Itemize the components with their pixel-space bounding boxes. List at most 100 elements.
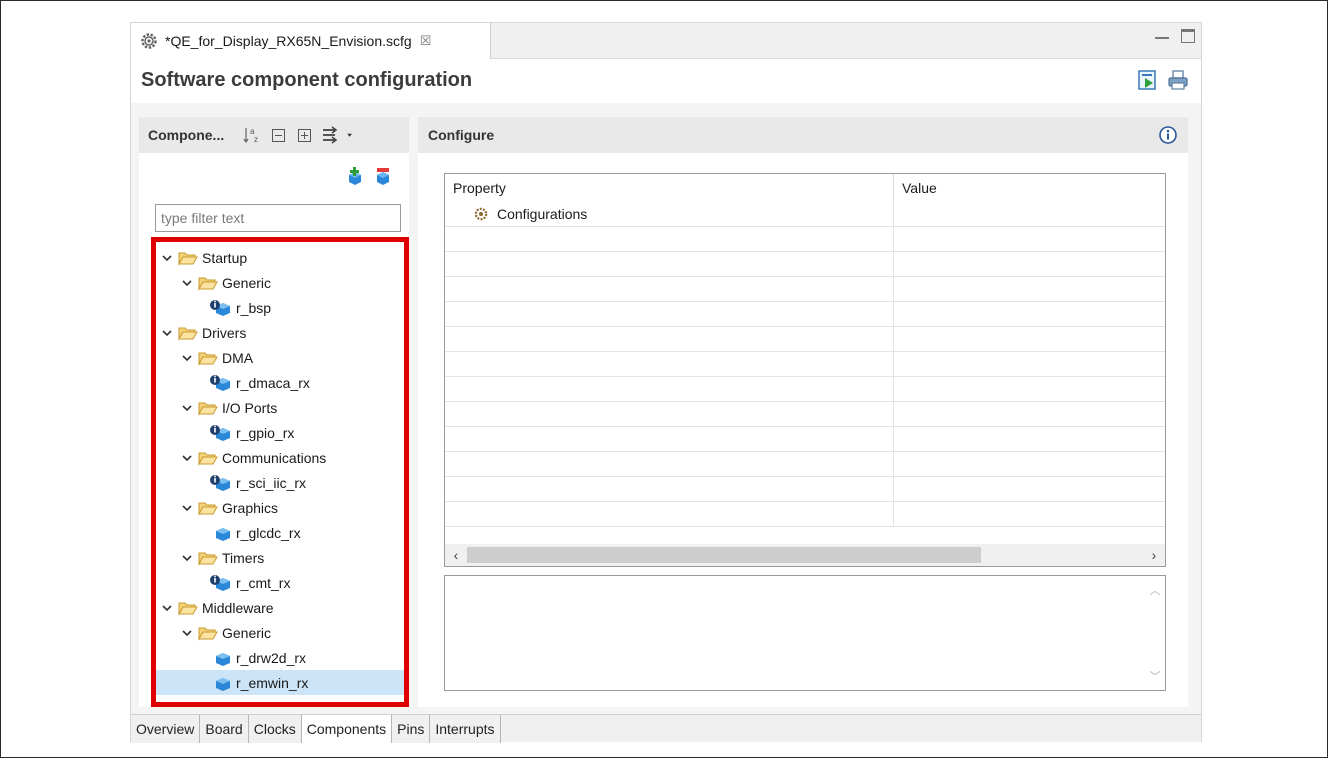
tree-item[interactable]: r_emwin_rx <box>156 670 404 695</box>
property-rows: Configurations <box>445 202 1165 544</box>
scroll-up-icon[interactable]: ︿ <box>1150 582 1161 598</box>
tree-item[interactable]: Middleware <box>156 595 404 620</box>
components-panel-title: Compone... <box>148 127 225 143</box>
chevron-down-icon[interactable] <box>180 551 194 565</box>
dropdown-arrow-icon[interactable] <box>346 125 358 145</box>
property-cell <box>445 502 894 526</box>
tree-item[interactable]: r_bsp <box>156 295 404 320</box>
gear-icon <box>141 33 157 49</box>
vertical-scrollbar[interactable]: ︿ ﹀ <box>1145 576 1165 690</box>
generate-code-icon[interactable] <box>1137 69 1159 91</box>
property-column-header[interactable]: Property <box>445 174 894 202</box>
tree-item-label: Startup <box>202 249 248 266</box>
tree-item[interactable]: Communications <box>156 445 404 470</box>
table-row <box>445 477 1165 502</box>
tree-item[interactable]: r_sci_iic_rx <box>156 470 404 495</box>
tab-clocks[interactable]: Clocks <box>248 715 302 743</box>
tab-board[interactable]: Board <box>200 715 249 743</box>
tree-item[interactable]: Timers <box>156 545 404 570</box>
property-table-header: Property Value <box>445 174 1165 202</box>
tree-item[interactable]: r_dmaca_rx <box>156 370 404 395</box>
tree-item[interactable]: Generic <box>156 270 404 295</box>
tree-item-label: r_glcdc_rx <box>236 524 301 541</box>
table-row <box>445 452 1165 477</box>
property-name: Configurations <box>497 206 588 222</box>
description-box: ︿ ﹀ <box>444 575 1166 691</box>
value-cell <box>894 477 1165 501</box>
horizontal-scrollbar[interactable]: ‹ › <box>445 544 1165 566</box>
remove-component-icon[interactable] <box>373 167 393 187</box>
component-tree: Startup Generic r_bsp Drivers DMA r_dmaca_rx I… <box>151 237 409 707</box>
table-row <box>445 377 1165 402</box>
chevron-down-icon[interactable] <box>160 251 174 265</box>
filter-input[interactable] <box>155 204 401 232</box>
value-column-header[interactable]: Value <box>894 174 1165 202</box>
tree-item[interactable]: r_glcdc_rx <box>156 520 404 545</box>
print-icon[interactable] <box>1167 69 1189 91</box>
tree-item[interactable]: Generic <box>156 620 404 645</box>
scroll-track[interactable] <box>467 547 1143 563</box>
chevron-down-icon[interactable] <box>180 451 194 465</box>
chevron-down-icon[interactable] <box>180 351 194 365</box>
tree-item-label: I/O Ports <box>222 399 278 416</box>
tree-item[interactable]: I/O Ports <box>156 395 404 420</box>
tree-item-label: Middleware <box>202 599 274 616</box>
value-cell <box>894 352 1165 376</box>
property-cell <box>445 427 894 451</box>
table-row <box>445 252 1165 277</box>
tree-item-label: DMA <box>222 349 254 366</box>
table-row <box>445 352 1165 377</box>
scroll-thumb[interactable] <box>467 547 981 563</box>
chevron-down-icon[interactable] <box>180 276 194 290</box>
table-row <box>445 302 1165 327</box>
property-cell <box>445 377 894 401</box>
value-cell <box>894 377 1165 401</box>
close-tab-icon[interactable]: ☒ <box>420 33 432 49</box>
components-toolbar: Compone... a z <box>139 117 409 153</box>
scroll-down-icon[interactable]: ﹀ <box>1150 668 1161 684</box>
tree-item[interactable]: r_cmt_rx <box>156 570 404 595</box>
tree-item-label: r_dmaca_rx <box>236 374 310 391</box>
tree-item[interactable]: Startup <box>156 245 404 270</box>
info-icon[interactable] <box>1158 125 1178 145</box>
tree-item[interactable]: DMA <box>156 345 404 370</box>
tab-overview[interactable]: Overview <box>131 715 201 743</box>
tree-item[interactable]: Graphics <box>156 495 404 520</box>
table-row <box>445 277 1165 302</box>
value-cell <box>894 252 1165 276</box>
tree-item[interactable]: r_gpio_rx <box>156 420 404 445</box>
components-panel: Compone... a z type filter text Startup … <box>139 117 409 707</box>
tree-item[interactable]: Drivers <box>156 320 404 345</box>
maximize-icon[interactable] <box>1181 29 1195 43</box>
sort-az-icon[interactable]: a z <box>242 125 262 145</box>
tab-components[interactable]: Components <box>301 715 393 743</box>
chevron-down-icon[interactable] <box>160 601 174 615</box>
component-info-icon <box>210 424 230 441</box>
open-folder-icon <box>198 552 218 566</box>
tree-item-label: r_bsp <box>236 299 272 316</box>
minimize-icon[interactable] <box>1155 31 1169 39</box>
add-component-icon[interactable] <box>345 167 365 187</box>
open-folder-icon <box>198 502 218 516</box>
table-row[interactable]: Configurations <box>445 202 1165 227</box>
gear-icon <box>474 207 488 221</box>
tree-item[interactable]: r_drw2d_rx <box>156 645 404 670</box>
chevron-down-icon[interactable] <box>180 401 194 415</box>
tree-item-label: r_sci_iic_rx <box>236 474 307 491</box>
chevron-down-icon[interactable] <box>180 501 194 515</box>
scroll-left-icon[interactable]: ‹ <box>445 547 467 563</box>
scroll-right-icon[interactable]: › <box>1143 547 1165 563</box>
expand-all-icon[interactable] <box>294 125 314 145</box>
value-cell <box>894 277 1165 301</box>
chevron-down-icon[interactable] <box>180 626 194 640</box>
tab-pins[interactable]: Pins <box>392 715 431 743</box>
open-folder-icon <box>198 402 218 416</box>
editor-tab-bar: *QE_for_Display_RX65N_Envision.scfg ☒ <box>131 23 1201 59</box>
configure-panel-title: Configure <box>428 127 495 143</box>
collapse-all-icon[interactable] <box>268 125 288 145</box>
tab-interrupts[interactable]: Interrupts <box>430 715 501 743</box>
chevron-down-icon[interactable] <box>160 326 174 340</box>
tree-item-label: Graphics <box>222 499 279 516</box>
link-filter-icon[interactable] <box>320 125 340 145</box>
editor-tab[interactable]: *QE_for_Display_RX65N_Envision.scfg ☒ <box>131 23 491 59</box>
